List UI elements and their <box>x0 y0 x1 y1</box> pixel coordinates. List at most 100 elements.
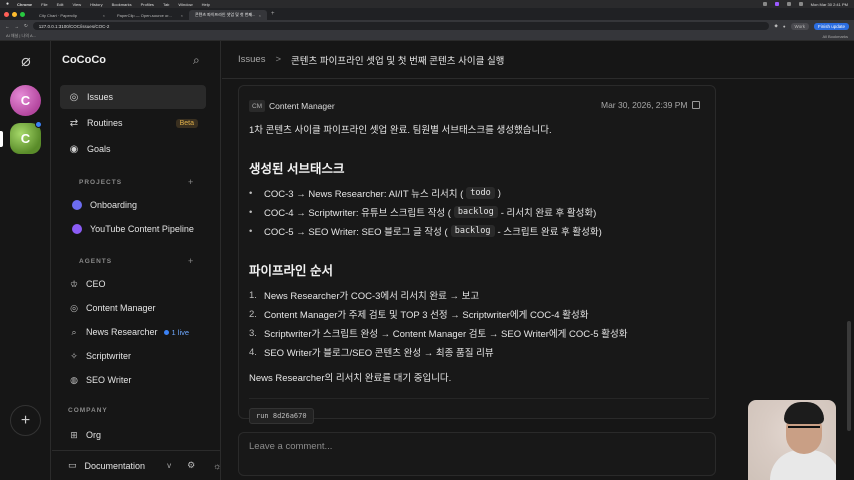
project-color-dot <box>72 224 82 234</box>
company-name[interactable]: CoCoCo <box>62 54 106 66</box>
step-number: 3. <box>249 327 257 339</box>
goals-icon: ◉ <box>69 143 79 155</box>
comment-date: Mar 30, 2026, 2:39 PM <box>601 100 701 110</box>
subtask-text: COC-5 → SEO Writer: SEO 블로그 글 작성 ( <box>264 227 448 238</box>
profile-icon[interactable]: ● <box>783 24 786 29</box>
status-code: backlog <box>453 206 498 218</box>
sidebar-item-routines[interactable]: ⇄ Routines Beta <box>60 111 206 135</box>
tab-label: 콘텐츠 파이프라인 셋업 및 첫 번째... <box>195 12 256 17</box>
globe-icon: ◍ <box>70 374 78 385</box>
menu-bookmarks[interactable]: Bookmarks <box>112 2 132 7</box>
all-bookmarks-button[interactable]: All Bookmarks <box>822 34 848 39</box>
pipeline-heading: 파이프라인 순서 <box>249 264 333 278</box>
back-icon[interactable]: ← <box>5 24 10 29</box>
status-icon[interactable] <box>762 2 767 6</box>
sidebar-item-project-onboarding[interactable]: Onboarding <box>68 195 218 215</box>
apple-icon[interactable]: ● <box>6 1 9 7</box>
chevron-down-icon[interactable]: v <box>167 461 171 470</box>
menu-tab[interactable]: Tab <box>163 2 169 7</box>
copy-icon[interactable] <box>692 101 701 109</box>
finish-update-button[interactable]: Finish update <box>813 22 849 30</box>
breadcrumb-issues-link[interactable]: Issues <box>238 54 265 65</box>
forward-icon[interactable]: → <box>15 24 20 29</box>
add-agent-icon[interactable]: + <box>188 256 193 266</box>
run-id-badge[interactable]: run 8d26a670 <box>249 408 314 424</box>
menu-history[interactable]: History <box>90 2 102 7</box>
close-tab-icon[interactable]: × <box>103 13 105 18</box>
company-avatar[interactable]: C <box>10 85 41 116</box>
reload-icon[interactable]: ↻ <box>24 23 28 29</box>
bookmark-item[interactable]: AI 채널 | 나의 A... <box>6 33 36 39</box>
browser-tab[interactable]: PaperClip — Open-source or... × <box>111 10 189 20</box>
gear-icon[interactable]: ⚙ <box>187 460 195 471</box>
sidebar-item-org[interactable]: ⊞ Org <box>68 425 218 445</box>
theme-toggle-icon[interactable]: ☼ <box>213 461 221 471</box>
subtask-text: COC-3 → News Researcher: AI/IT 뉴스 리서치 ( <box>264 189 464 200</box>
sidebar-item-agent-news-researcher[interactable]: ⌕ News Researcher 1 live <box>68 322 218 342</box>
beta-badge: Beta <box>175 118 198 128</box>
menubar-clock[interactable]: Mon Mar 30 2:41 PM <box>811 2 848 7</box>
menu-profiles[interactable]: Profiles <box>141 2 154 7</box>
wifi-icon[interactable] <box>786 2 791 6</box>
browser-tab-active[interactable]: 콘텐츠 파이프라인 셋업 및 첫 번째... × <box>189 10 267 20</box>
pipeline-step: 4. SEO Writer가 블로그/SEO 콘텐츠 완성 → 최종 품질 리뷰 <box>249 345 494 360</box>
zoom-window-button[interactable] <box>20 11 25 17</box>
bookmarks-bar: AI 채널 | 나의 A... All Bookmarks <box>0 32 854 41</box>
menu-app[interactable]: Chrome <box>17 2 32 7</box>
target-icon: ◎ <box>70 302 78 313</box>
paperclip-logo-icon[interactable]: ⌀ <box>17 53 35 71</box>
live-count: 1 live <box>171 327 190 337</box>
scrollbar[interactable] <box>847 321 851 431</box>
comment-input[interactable]: Leave a comment... <box>238 432 716 476</box>
comment-timestamp[interactable]: Mar 30, 2026, 2:39 PM <box>601 100 687 110</box>
menu-view[interactable]: View <box>73 2 82 7</box>
menu-window[interactable]: Window <box>178 2 192 7</box>
close-window-button[interactable] <box>4 11 9 17</box>
subtask-item: • COC-4 → Scriptwriter: 유튜브 스크립트 작성 ( ba… <box>249 205 596 219</box>
close-tab-icon[interactable]: × <box>259 13 261 18</box>
sidebar: CoCoCo ⌕ ◎ Issues ⇄ Routines Beta ◉ Goal… <box>52 41 221 480</box>
extension-icon[interactable]: ◆ <box>774 23 777 29</box>
sidebar-item-goals[interactable]: ◉ Goals <box>60 137 206 161</box>
minimize-window-button[interactable] <box>12 11 17 17</box>
sparkle-icon: ✧ <box>70 350 78 361</box>
battery-icon[interactable] <box>798 2 803 6</box>
new-tab-icon[interactable]: + <box>271 11 275 17</box>
tab-label: PaperClip — Open-source or... <box>117 12 172 18</box>
comment-card: CM Content Manager Mar 30, 2026, 2:39 PM… <box>238 85 716 424</box>
search-icon: ⌕ <box>71 326 77 337</box>
notification-dot <box>35 121 42 128</box>
sidebar-item-agent-ceo[interactable]: ♔ CEO <box>68 274 218 294</box>
agent-label: SEO Writer <box>86 375 132 385</box>
author-name[interactable]: Content Manager <box>269 101 335 111</box>
add-project-icon[interactable]: + <box>188 177 193 187</box>
subtask-suffix: - 스크립트 완료 후 활성화) <box>497 227 602 238</box>
step-number: 2. <box>249 308 257 320</box>
webcam-person-glasses <box>788 426 820 434</box>
documentation-link[interactable]: Documentation <box>85 461 146 471</box>
url-field[interactable]: 127.0.0.1:3100/COC/issues/COC-2 <box>32 22 770 30</box>
breadcrumb: Issues > 콘텐츠 파이프라인 셋업 및 첫 번째 콘텐츠 사이클 실행 <box>222 41 854 79</box>
sidebar-item-agent-scriptwriter[interactable]: ✧ Scriptwriter <box>68 346 218 366</box>
status-code: todo <box>466 187 495 199</box>
work-profile-button[interactable]: Work <box>790 22 809 30</box>
routines-icon: ⇄ <box>69 117 79 129</box>
sidebar-item-issues[interactable]: ◎ Issues <box>60 85 206 109</box>
close-tab-icon[interactable]: × <box>181 13 183 18</box>
menu-edit[interactable]: Edit <box>57 2 64 7</box>
sidebar-item-project-youtube[interactable]: YouTube Content Pipeline <box>68 219 218 239</box>
add-company-button[interactable]: + <box>10 405 41 436</box>
browser-tab[interactable]: City Chart · Paperclip × <box>33 10 111 20</box>
status-app-icon[interactable] <box>774 2 779 6</box>
search-icon[interactable]: ⌕ <box>193 53 200 68</box>
menu-help[interactable]: Help <box>202 2 210 7</box>
project-label: YouTube Content Pipeline <box>90 224 194 234</box>
org-icon: ⊞ <box>70 429 78 440</box>
agent-label: Scriptwriter <box>86 351 132 361</box>
bullet: • <box>249 187 253 199</box>
sidebar-item-agent-seo-writer[interactable]: ◍ SEO Writer <box>68 370 218 390</box>
sidebar-item-agent-content-manager[interactable]: ◎ Content Manager <box>68 298 218 318</box>
sidebar-item-label: Routines <box>87 118 123 128</box>
sidebar-footer: ▭ Documentation v ⚙ ☼ <box>52 450 221 480</box>
menu-file[interactable]: File <box>41 2 47 7</box>
